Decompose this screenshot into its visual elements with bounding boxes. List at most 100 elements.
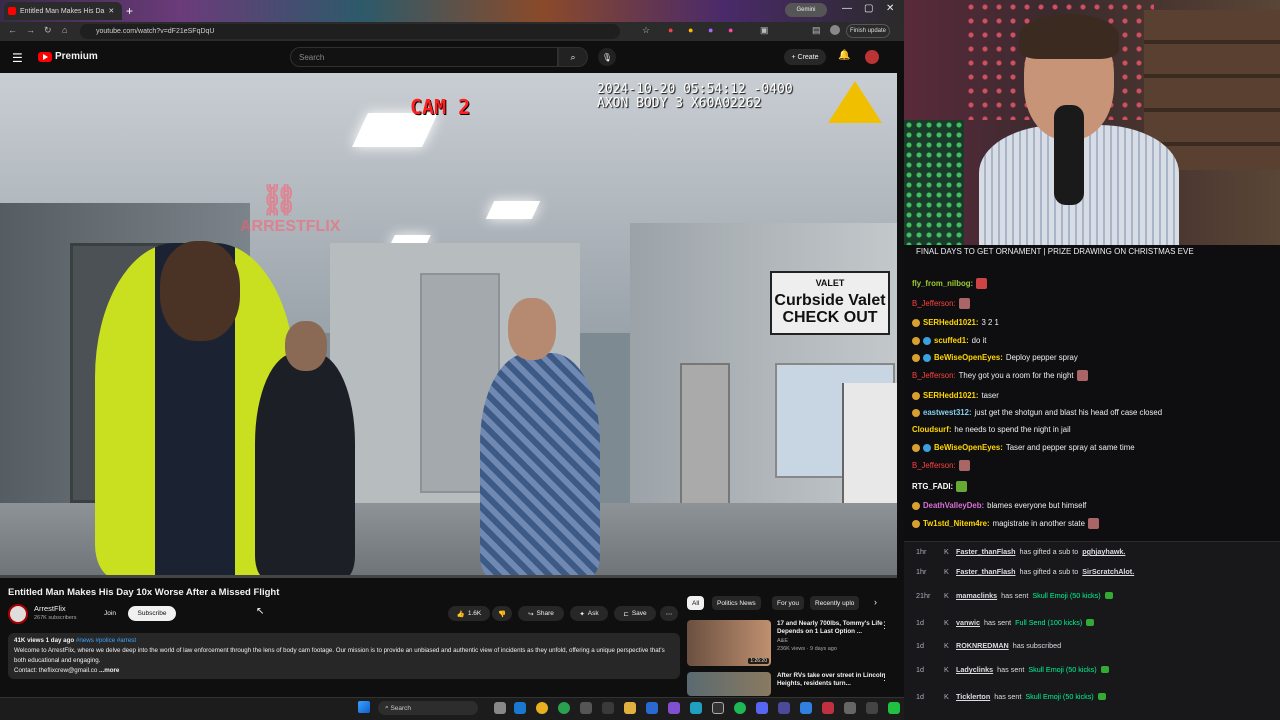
bookmark-star-icon[interactable]: ☆: [642, 25, 650, 36]
rec-channel[interactable]: A&E: [777, 638, 897, 644]
event-user[interactable]: Faster_thanFlash: [956, 567, 1016, 576]
youtube-logo[interactable]: Premium: [38, 51, 98, 62]
address-bar[interactable]: youtube.com/watch?v=dF21eSFqDqU: [80, 24, 620, 39]
chip-recently-uploaded[interactable]: Recently uplo: [810, 596, 860, 610]
gemini-button[interactable]: Gemini: [785, 3, 827, 17]
app-icon[interactable]: [822, 702, 834, 714]
extensions-puzzle-icon[interactable]: ▣: [760, 25, 769, 36]
chat-user[interactable]: B_Jefferson:: [912, 371, 956, 380]
finish-update-button[interactable]: Finish update: [846, 24, 890, 38]
tab-close-icon[interactable]: ✕: [108, 7, 114, 15]
hamburger-icon[interactable]: ☰: [12, 51, 23, 65]
app-icon[interactable]: [888, 702, 900, 714]
create-button[interactable]: + Create: [784, 49, 826, 65]
video-description[interactable]: 41K views 1 day ago #news #police #arres…: [8, 633, 680, 679]
chat-user[interactable]: Cloudsurf:: [912, 425, 951, 434]
chat-user[interactable]: SERHedd1021:: [923, 318, 978, 327]
app-icon[interactable]: [668, 702, 680, 714]
extension-icon[interactable]: ●: [708, 25, 713, 35]
video-thumbnail[interactable]: [687, 672, 771, 696]
app-icon[interactable]: [646, 702, 658, 714]
back-icon[interactable]: ←: [8, 25, 17, 35]
chat-user[interactable]: B_Jefferson:: [912, 461, 956, 470]
app-icon[interactable]: [580, 702, 592, 714]
app-icon[interactable]: [690, 702, 702, 714]
chip-politics-news[interactable]: Politics News: [712, 596, 761, 610]
progress-bar[interactable]: [0, 575, 897, 578]
taskbar-search[interactable]: ⌕ Search: [378, 701, 478, 715]
chat-user[interactable]: BeWiseOpenEyes:: [934, 353, 1003, 362]
event-user[interactable]: vanwic: [956, 618, 980, 627]
video-player[interactable]: CAM 2 2024-10-20 05:54:12 -0400 AXON BOD…: [0, 73, 897, 578]
like-button[interactable]: 👍 1.6K: [448, 606, 490, 621]
chat-user[interactable]: fly_from_nilbog:: [912, 279, 973, 288]
app-icon[interactable]: [602, 702, 614, 714]
event-user[interactable]: Faster_thanFlash: [956, 547, 1016, 556]
minimize-icon[interactable]: —: [842, 3, 852, 14]
rec-title[interactable]: After RVs take over street in Lincoln He…: [777, 672, 897, 688]
bell-icon[interactable]: 🔔: [838, 50, 850, 61]
chat-user[interactable]: B_Jefferson:: [912, 299, 956, 308]
chat-user[interactable]: scuffed1:: [934, 336, 969, 345]
search-button[interactable]: ⌕: [558, 47, 588, 67]
forward-icon[interactable]: →: [26, 25, 35, 35]
extension-icon[interactable]: ●: [728, 25, 733, 35]
profile-avatar[interactable]: [830, 25, 840, 35]
app-icon[interactable]: [800, 702, 812, 714]
video-thumbnail[interactable]: 1:26:20: [687, 620, 771, 666]
join-button[interactable]: Join: [98, 606, 122, 621]
spotify-icon[interactable]: [734, 702, 746, 714]
desc-tags[interactable]: #news #police #arrest: [76, 637, 136, 644]
event-target[interactable]: pghjayhawk.: [1082, 547, 1125, 556]
chevron-right-icon[interactable]: ›: [874, 597, 877, 607]
chip-all[interactable]: All: [687, 596, 705, 610]
home-icon[interactable]: ⌂: [62, 25, 67, 35]
channel-avatar[interactable]: [8, 604, 28, 624]
discord-icon[interactable]: [756, 702, 768, 714]
chat-user[interactable]: RTG_FADI:: [912, 482, 953, 491]
mic-icon[interactable]: 🎙: [598, 48, 616, 66]
chat-user[interactable]: DeathValleyDeb:: [923, 501, 984, 510]
folder-icon[interactable]: [624, 702, 636, 714]
recommended-video[interactable]: After RVs take over street in Lincoln He…: [687, 672, 897, 696]
chip-for-you[interactable]: For you: [772, 596, 805, 610]
chrome-icon[interactable]: [558, 702, 570, 714]
reload-icon[interactable]: ↻: [44, 25, 52, 36]
new-tab-icon[interactable]: +: [126, 4, 133, 18]
chat-user[interactable]: BeWiseOpenEyes:: [934, 443, 1003, 452]
channel-name[interactable]: ArrestFlix: [34, 604, 66, 613]
rec-title[interactable]: 17 and Nearly 700lbs, Tommy's Life Depen…: [777, 620, 897, 636]
account-avatar[interactable]: [865, 50, 879, 64]
search-input[interactable]: Search: [290, 47, 558, 67]
ask-button[interactable]: ✦ Ask: [570, 606, 608, 621]
chrome-icon[interactable]: [536, 702, 548, 714]
event-user[interactable]: ROKNREDMAN: [956, 641, 1009, 650]
event-user[interactable]: Ladyclinks: [956, 665, 993, 674]
taskview-icon[interactable]: [494, 702, 506, 714]
edge-icon[interactable]: [514, 702, 526, 714]
close-window-icon[interactable]: ✕: [886, 3, 894, 14]
obs-icon[interactable]: [712, 702, 724, 714]
share-button[interactable]: ↪ Share: [518, 606, 564, 621]
more-button[interactable]: ⋯: [660, 606, 678, 621]
dislike-button[interactable]: 👎: [492, 606, 512, 621]
chat-user[interactable]: Tw1std_Nitem4re:: [923, 519, 990, 528]
chat-user[interactable]: SERHedd1021:: [923, 391, 978, 400]
event-user[interactable]: Ticklerton: [956, 692, 990, 701]
event-user[interactable]: mamaclinks: [956, 591, 997, 600]
start-icon[interactable]: [358, 701, 370, 713]
app-icon[interactable]: [844, 702, 856, 714]
more-vert-icon[interactable]: ⋮: [880, 620, 889, 631]
more-link[interactable]: ...more: [99, 667, 119, 674]
save-button[interactable]: ⊏ Save: [614, 606, 656, 621]
app-icon[interactable]: [866, 702, 878, 714]
chat-user[interactable]: eastwest312:: [923, 408, 972, 417]
sidebar-icon[interactable]: ▤: [812, 25, 821, 36]
subscribe-button[interactable]: Subscribe: [128, 606, 176, 621]
app-icon[interactable]: [778, 702, 790, 714]
recommended-video[interactable]: 1:26:20 17 and Nearly 700lbs, Tommy's Li…: [687, 620, 897, 666]
event-target[interactable]: SirScratchAlot.: [1082, 567, 1134, 576]
browser-tab[interactable]: Entitled Man Makes His Da ✕: [4, 2, 122, 20]
extension-icon[interactable]: ●: [668, 25, 673, 35]
extension-icon[interactable]: ●: [688, 25, 693, 35]
